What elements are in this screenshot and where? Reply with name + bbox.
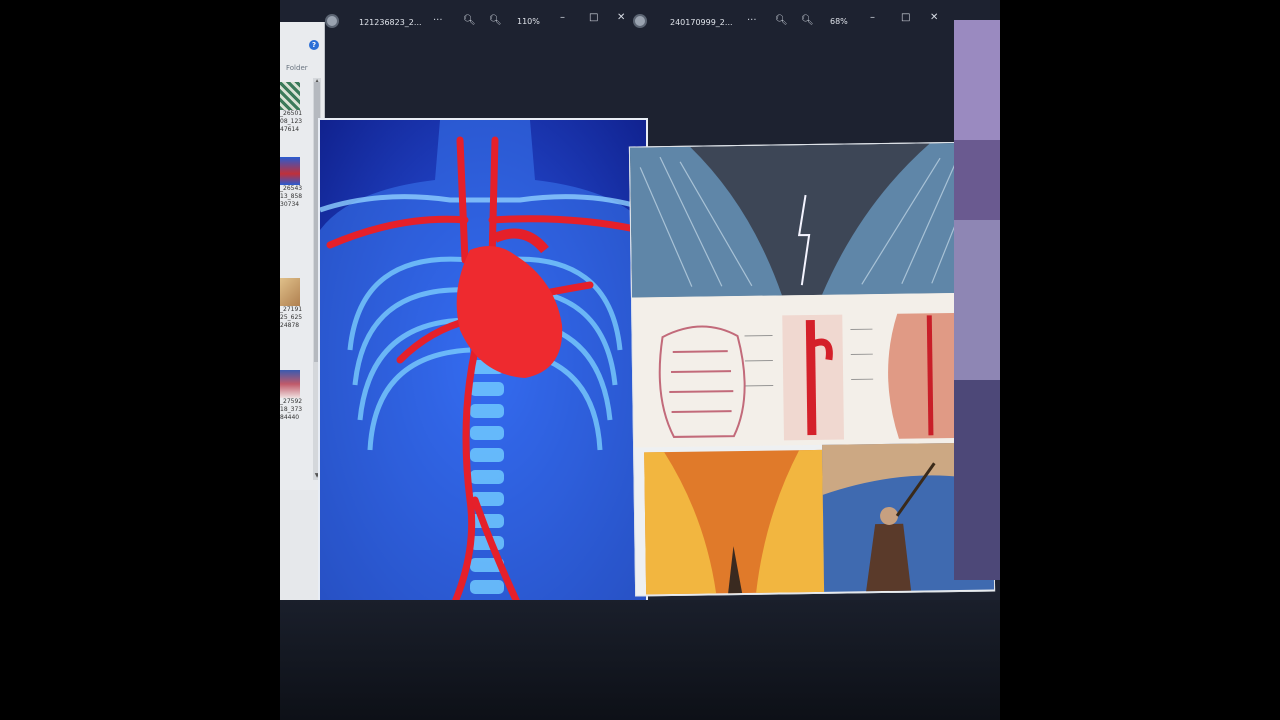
folder-label: Folder — [286, 64, 308, 72]
desk-reflection — [280, 600, 1000, 720]
thumbnail-image — [280, 370, 300, 398]
viewer-left-titlebar: 121236823_2... ··· 🔍︎ 🔍︎ 110% – □ ✕ — [325, 10, 625, 36]
thumbnail-image — [280, 278, 300, 306]
zoom-level: 68% — [830, 17, 848, 26]
thumbnail-label-3: 47614 — [280, 126, 300, 133]
viewer-left-title: 121236823_2... — [359, 18, 422, 27]
zoom-in-icon[interactable]: 🔍︎ — [489, 15, 502, 26]
thumbnail-label-3: 24878 — [280, 322, 300, 329]
more-options-button[interactable]: ··· — [747, 15, 757, 26]
file-thumbnail[interactable]: _26501 08_123 47614 — [280, 82, 310, 134]
collage-image — [628, 141, 996, 597]
thumbnail-image — [280, 157, 300, 185]
more-options-button[interactable]: ··· — [433, 15, 443, 26]
zoom-out-icon[interactable]: 🔍︎ — [775, 15, 788, 26]
photo-app-icon — [633, 14, 647, 28]
maximize-button[interactable]: □ — [589, 12, 598, 23]
file-thumbnail[interactable]: _27191 25_625 24878 — [280, 278, 310, 330]
zoom-level: 110% — [517, 17, 540, 26]
thumbnail-label-3: 30734 — [280, 201, 300, 208]
file-thumbnail[interactable]: _26543 13_858 30734 — [280, 157, 310, 209]
anatomy-illustration — [320, 120, 646, 652]
thumbnail-label-1: _26543 — [280, 185, 303, 192]
partial-background-illustration — [954, 20, 1000, 580]
monitor-screen: ? Folder _26501 08_123 47614 _26543 13_8… — [280, 0, 1000, 720]
zoom-in-icon[interactable]: 🔍︎ — [801, 15, 814, 26]
zoom-out-icon[interactable]: 🔍︎ — [463, 15, 476, 26]
thumbnail-label-3: 84440 — [280, 414, 300, 421]
thumbnail-label-2: 08_123 — [280, 118, 303, 125]
thumbnail-label-2: 25_625 — [280, 314, 303, 321]
thumbnail-image — [280, 82, 300, 110]
photo-app-icon — [325, 14, 339, 28]
thumbnail-label-1: _26501 — [280, 110, 303, 117]
maximize-button[interactable]: □ — [901, 12, 910, 23]
partial-background-image — [954, 20, 1000, 580]
file-thumbnail[interactable]: _27592 18_373 84440 — [280, 370, 310, 422]
collage-illustration — [629, 142, 995, 595]
minimize-button[interactable]: – — [870, 12, 875, 23]
close-button[interactable]: ✕ — [930, 12, 938, 23]
thumbnail-label-2: 18_373 — [280, 406, 303, 413]
thumbnail-label-2: 13_858 — [280, 193, 303, 200]
minimize-button[interactable]: – — [560, 12, 565, 23]
viewer-right-title: 240170999_2... — [670, 18, 733, 27]
viewer-right-titlebar: 240170999_2... ··· 🔍︎ 🔍︎ 68% – □ ✕ — [625, 10, 955, 36]
help-icon[interactable]: ? — [309, 40, 319, 50]
thumbnail-label-1: _27191 — [280, 306, 303, 313]
anatomy-heart-image — [318, 118, 648, 654]
thumbnail-label-1: _27592 — [280, 398, 303, 405]
